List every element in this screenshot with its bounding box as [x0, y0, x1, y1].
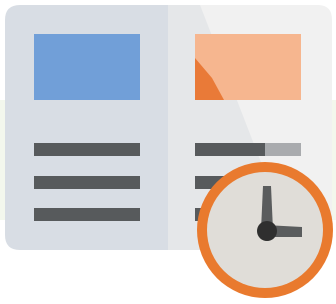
clock-icon	[197, 162, 333, 298]
left-text-line-3	[34, 208, 140, 221]
scheduled-post-illustration	[0, 0, 336, 304]
right-text-line-1-light	[265, 143, 301, 156]
left-text-line-1	[34, 143, 140, 156]
scheduled-post-icon	[0, 5, 336, 298]
clock-center	[257, 221, 277, 241]
left-image-block	[34, 34, 140, 100]
left-text-line-2	[34, 176, 140, 189]
right-text-line-1	[195, 143, 265, 156]
